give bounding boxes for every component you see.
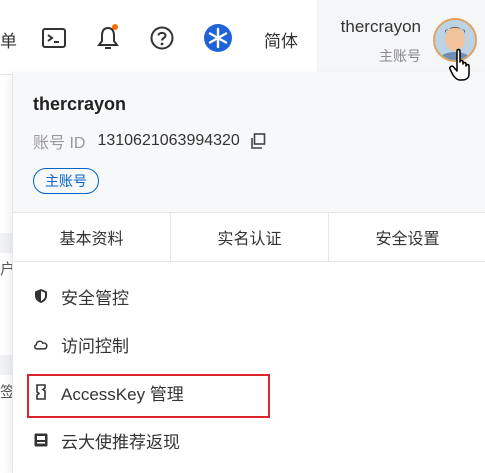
help-icon[interactable] bbox=[146, 22, 178, 54]
highlight-annotation bbox=[27, 374, 270, 418]
top-navbar: 单 简体 thercrayon 主账号 bbox=[0, 0, 485, 75]
shield-icon bbox=[33, 288, 49, 304]
menu-item-label: 安全管控 bbox=[61, 288, 129, 308]
tab-basic-info[interactable]: 基本资料 bbox=[13, 213, 171, 261]
menu-item-referral-cashback[interactable]: 云大使推荐返现 bbox=[13, 418, 485, 462]
menu-partial-label[interactable]: 单 bbox=[0, 27, 17, 52]
account-tabs: 基本资料 实名认证 安全设置 bbox=[13, 212, 485, 262]
panel-username: thercrayon bbox=[33, 94, 127, 114]
user-role: 主账号 bbox=[379, 48, 421, 64]
user-name: thercrayon bbox=[340, 17, 421, 36]
menu-item-security-control[interactable]: 安全管控 bbox=[13, 274, 485, 318]
spark-app-icon[interactable] bbox=[202, 22, 234, 54]
gift-icon bbox=[33, 432, 49, 448]
bell-icon[interactable] bbox=[92, 22, 124, 54]
tab-real-name-auth[interactable]: 实名认证 bbox=[171, 213, 329, 261]
terminal-icon[interactable] bbox=[38, 22, 70, 54]
menu-item-label: 访问控制 bbox=[61, 336, 129, 356]
hand-cursor-icon bbox=[448, 48, 478, 82]
copy-icon[interactable] bbox=[250, 133, 266, 149]
background-content: 户 签 bbox=[0, 75, 15, 473]
menu-item-label: 云大使推荐返现 bbox=[61, 432, 180, 452]
primary-account-badge: 主账号 bbox=[33, 168, 99, 194]
account-id-row: 账号 ID 1310621063994320 bbox=[33, 129, 266, 153]
account-id-label: 账号 ID bbox=[33, 135, 86, 152]
notification-dot bbox=[112, 24, 118, 30]
account-id-value: 1310621063994320 bbox=[97, 132, 240, 149]
cloud-icon bbox=[33, 336, 49, 352]
account-dropdown-panel: thercrayon 账号 ID 1310621063994320 主账号 基本… bbox=[12, 72, 485, 473]
tab-security-settings[interactable]: 安全设置 bbox=[329, 213, 485, 261]
language-switch[interactable]: 简体 bbox=[264, 27, 298, 52]
menu-item-access-control[interactable]: 访问控制 bbox=[13, 322, 485, 366]
account-summary: thercrayon 账号 ID 1310621063994320 主账号 bbox=[13, 72, 485, 212]
